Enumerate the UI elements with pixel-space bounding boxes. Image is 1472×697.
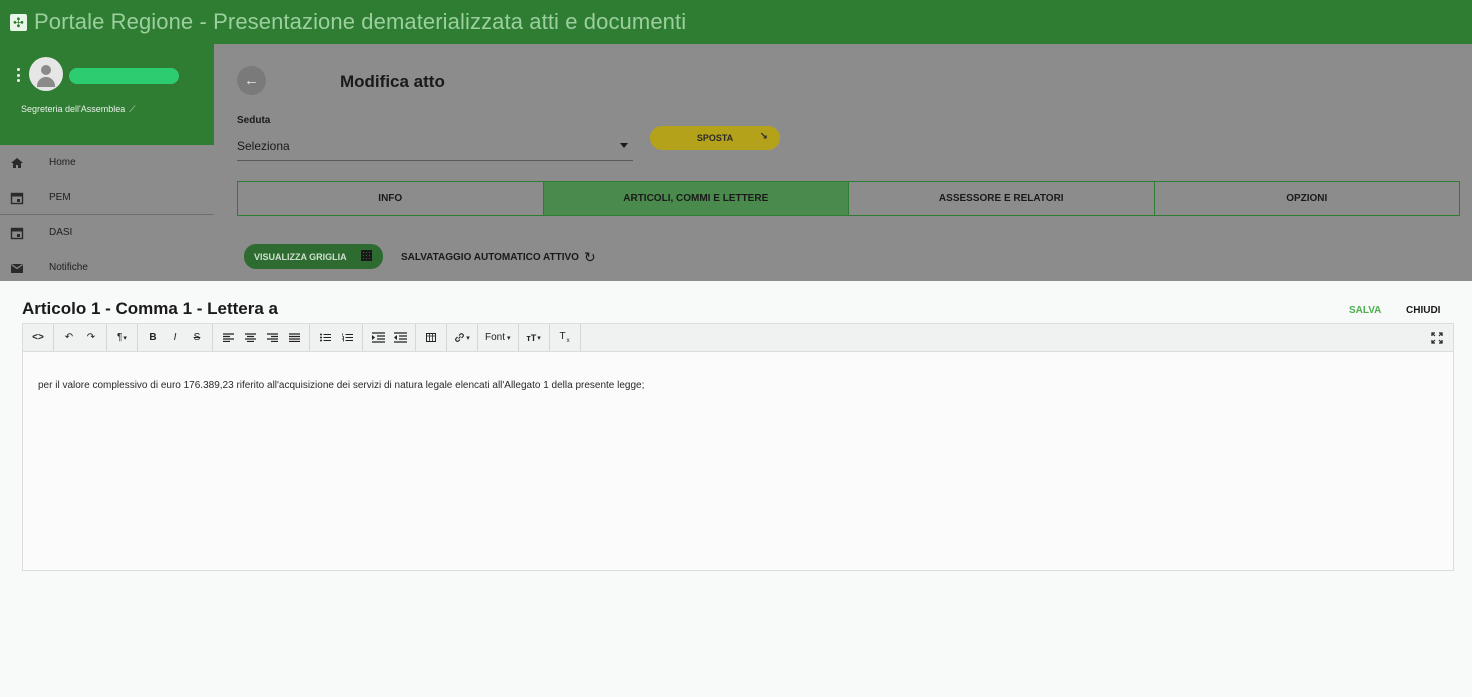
close-button[interactable]: CHIUDI [1406,305,1440,316]
visualizza-griglia-button[interactable]: VISUALIZZA GRIGLIA [244,244,383,269]
tab-articoli-commi-lettere[interactable]: ARTICOLI, COMMI E LETTERE [543,182,849,215]
align-justify-icon[interactable] [283,328,305,348]
seduta-label: Seduta [237,115,271,126]
sidebar-item-label: Home [49,157,76,168]
font-size-icon[interactable]: ᴛT ▾ [523,328,545,348]
chevron-down-icon [620,143,628,148]
fullscreen-icon[interactable] [1431,331,1443,344]
refresh-icon[interactable]: ↻ [584,250,596,264]
rich-text-editor: <> ↶ ↷ ¶ ▾ B I S ▾ Font ▾ ᴛT ▾ Tx per il… [22,323,1454,571]
sidebar-item-dasi[interactable]: DASI [0,215,214,250]
app-logo-icon: ✣ [10,13,27,31]
tab-opzioni[interactable]: OPZIONI [1154,182,1459,215]
user-name-redacted [69,68,179,84]
grid-button-label: VISUALIZZA GRIGLIA [254,251,347,262]
align-right-icon[interactable] [261,328,283,348]
undo-icon[interactable]: ↶ [58,328,80,348]
outdent-icon[interactable] [389,328,411,348]
avatar[interactable] [29,57,63,91]
app-title: Portale Regione - Presentazione demateri… [34,9,687,34]
user-panel: Segreteria dell'Assemblea ⟋ [0,44,214,145]
indent-icon[interactable] [367,328,389,348]
autosave-status: SALVATAGGIO AUTOMATICO ATTIVO [401,252,579,263]
sidebar-item-label: DASI [49,227,73,238]
tab-bar: INFO ARTICOLI, COMMI E LETTERE ASSESSORE… [237,181,1460,216]
app-title-bar: ✣ Portale Regione - Presentazione demate… [0,0,1472,44]
caret-icon: ▾ [507,334,511,342]
pin-icon[interactable]: ⟋ [129,104,135,114]
link-icon[interactable]: ▾ [451,328,473,348]
grid-icon [361,250,372,261]
sidebar: Segreteria dell'Assemblea ⟋ Home PEM DASI… [0,44,214,281]
paragraph-style-icon[interactable]: ¶ ▾ [111,328,133,348]
calendar-icon [10,226,24,240]
strikethrough-icon[interactable]: S [186,328,208,348]
seduta-select-value: Seleziona [237,139,290,153]
page-title: Modifica atto [340,72,445,91]
home-icon [10,156,24,170]
bulleted-list-icon[interactable] [314,328,336,348]
sidebar-item-notifiche[interactable]: Notifiche [0,250,214,285]
sidebar-item-pem[interactable]: PEM [0,180,214,215]
user-role: Segreteria dell'Assemblea ⟋ [21,104,136,114]
align-center-icon[interactable] [239,328,261,348]
tab-assessore-relatori[interactable]: ASSESSORE E RELATORI [849,182,1155,215]
kebab-menu-icon[interactable] [16,68,20,82]
save-button[interactable]: SALVA [1349,305,1381,316]
redo-icon[interactable]: ↷ [80,328,102,348]
sidebar-item-label: Notifiche [49,262,88,273]
back-button[interactable]: ← [237,66,266,95]
move-arrow-icon: ↘ [759,131,768,142]
tab-info[interactable]: INFO [238,182,544,215]
bold-icon[interactable]: B [142,328,164,348]
italic-icon[interactable]: I [164,328,186,348]
numbered-list-icon[interactable] [336,328,358,348]
editor-title: Articolo 1 - Comma 1 - Lettera a [22,299,279,318]
sposta-button[interactable]: SPOSTA ↘ [650,126,780,150]
table-icon[interactable] [420,328,442,348]
font-dropdown-label: Font [485,332,506,343]
sposta-button-label: SPOSTA [696,133,734,143]
sidebar-item-label: PEM [49,192,71,203]
mail-icon [10,261,24,275]
arrow-left-icon: ← [244,72,259,89]
calendar-icon [10,191,24,205]
align-left-icon[interactable] [217,328,239,348]
font-dropdown[interactable]: Font ▾ [482,328,514,348]
code-view-icon[interactable]: <> [27,328,49,348]
editor-content[interactable]: per il valore complessivo di euro 176.38… [38,380,644,391]
sidebar-item-home[interactable]: Home [0,145,214,180]
clear-formatting-icon[interactable]: Tx [554,328,576,348]
editor-toolbar: <> ↶ ↷ ¶ ▾ B I S ▾ Font ▾ ᴛT ▾ Tx [23,324,1453,352]
seduta-select[interactable]: Seleziona [237,131,633,161]
